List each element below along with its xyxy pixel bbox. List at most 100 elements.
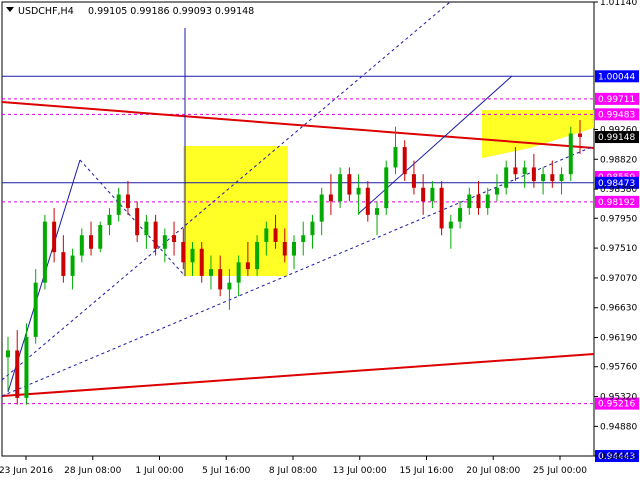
candle-body bbox=[42, 221, 47, 283]
x-tick-label: 5 Jul 16:00 bbox=[202, 466, 251, 476]
price-label-text: 1.00044 bbox=[598, 72, 635, 82]
candle-body bbox=[181, 241, 186, 263]
candle-body bbox=[559, 174, 564, 181]
candle-body bbox=[79, 235, 84, 256]
candle-body bbox=[6, 350, 10, 358]
candle-body bbox=[255, 241, 260, 270]
candle bbox=[384, 160, 389, 215]
y-tick-label: 0.96630 bbox=[600, 304, 637, 314]
x-tick-label: 20 Jul 08:00 bbox=[466, 466, 520, 476]
candle-body bbox=[310, 221, 315, 236]
candle-body bbox=[273, 228, 278, 242]
candle-body bbox=[264, 228, 269, 242]
candle-body bbox=[448, 221, 453, 229]
y-tick-label: 0.97510 bbox=[600, 244, 637, 254]
x-tick-label: 15 Jul 16:00 bbox=[400, 466, 454, 476]
candle-body bbox=[494, 187, 499, 195]
price-label-text: 0.98192 bbox=[598, 198, 635, 208]
y-tick-label: 0.96190 bbox=[600, 334, 637, 344]
candle-body bbox=[98, 225, 103, 249]
x-tick-label: 25 Jul 00:00 bbox=[533, 466, 587, 476]
candle-body bbox=[245, 262, 250, 270]
candle-body bbox=[144, 221, 149, 236]
candle-body bbox=[319, 194, 324, 222]
candle bbox=[98, 221, 103, 253]
y-tick-label: 1.01140 bbox=[600, 0, 637, 8]
candle-body bbox=[125, 194, 130, 209]
candle-body bbox=[365, 187, 370, 215]
candle-body bbox=[107, 214, 112, 226]
candle bbox=[568, 126, 573, 181]
candle-body bbox=[384, 167, 389, 209]
candle-body bbox=[292, 241, 296, 256]
x-tick-label: 8 Jul 08:00 bbox=[269, 466, 318, 476]
candle-body bbox=[199, 248, 204, 276]
candle-body bbox=[421, 187, 426, 202]
candle-body bbox=[301, 235, 306, 242]
price-label: 0.99711 bbox=[595, 92, 639, 105]
candle-body bbox=[439, 187, 444, 229]
candle-body bbox=[33, 282, 38, 337]
ohlc-label: 0.99105 0.99186 0.99093 0.99148 bbox=[88, 6, 254, 17]
candle-body bbox=[282, 241, 287, 256]
x-tick-label: 13 Jul 00:00 bbox=[333, 466, 387, 476]
y-tick-label: 0.97070 bbox=[600, 274, 637, 284]
candle-body bbox=[522, 167, 527, 175]
candle-body bbox=[430, 187, 435, 202]
candle-body bbox=[89, 235, 94, 249]
y-tick-label: 0.98820 bbox=[600, 155, 637, 165]
candle-body bbox=[568, 133, 573, 175]
candle-body bbox=[338, 174, 343, 202]
candle-body bbox=[531, 167, 536, 181]
candle-body bbox=[116, 194, 121, 215]
candle-body bbox=[541, 174, 546, 181]
candle-body bbox=[227, 282, 232, 290]
candle-body bbox=[162, 235, 167, 249]
candle bbox=[439, 180, 444, 236]
candle bbox=[42, 214, 47, 290]
candle-body bbox=[24, 336, 29, 398]
symbol-label: USDCHF,H4 bbox=[18, 6, 74, 17]
candle-body bbox=[513, 167, 518, 175]
price-label: 1.00044 bbox=[595, 70, 639, 83]
y-tick-label: 0.97950 bbox=[600, 214, 637, 224]
candle-body bbox=[236, 262, 241, 283]
candle-body bbox=[578, 133, 582, 137]
price-label-text: 0.99483 bbox=[598, 110, 635, 120]
candle-body bbox=[70, 255, 75, 276]
candle-body bbox=[402, 147, 407, 175]
candle-body bbox=[375, 208, 380, 215]
candle-body bbox=[172, 235, 177, 242]
chart: 1.000440.997110.994830.991480.985590.984… bbox=[0, 0, 640, 480]
yellow-zone bbox=[183, 146, 288, 276]
candle-body bbox=[347, 174, 352, 195]
candle-body bbox=[476, 194, 481, 209]
candle-body bbox=[61, 252, 66, 276]
candle-body bbox=[15, 350, 20, 398]
candle-body bbox=[411, 174, 416, 188]
candle-body bbox=[208, 269, 213, 276]
y-tick-label: 0.95760 bbox=[600, 363, 637, 373]
candle-body bbox=[328, 194, 333, 202]
candle-body bbox=[467, 194, 472, 209]
candle-body bbox=[356, 187, 361, 195]
chart-canvas: 1.000440.997110.994830.991480.985590.984… bbox=[0, 0, 639, 476]
candle-body bbox=[393, 147, 398, 168]
candle-body bbox=[52, 221, 57, 253]
candle-body bbox=[485, 194, 490, 209]
price-label-text: 0.99711 bbox=[598, 95, 635, 105]
price-label: 0.98192 bbox=[595, 195, 639, 208]
y-tick-label: 0.94443 bbox=[600, 452, 637, 462]
candle-body bbox=[504, 167, 509, 188]
candle-body bbox=[135, 208, 140, 236]
candle-body bbox=[550, 174, 555, 181]
price-label: 0.99483 bbox=[595, 108, 639, 121]
candle-body bbox=[218, 269, 223, 290]
y-tick-label: 0.94880 bbox=[600, 422, 637, 432]
candle-body bbox=[190, 248, 195, 263]
x-tick-label: 1 Jul 00:00 bbox=[135, 466, 184, 476]
candle-body bbox=[153, 221, 158, 249]
x-tick-label: 23 Jun 2016 bbox=[0, 466, 53, 476]
y-tick-label: 0.99260 bbox=[600, 125, 637, 135]
y-tick-label: 0.95320 bbox=[600, 393, 637, 403]
